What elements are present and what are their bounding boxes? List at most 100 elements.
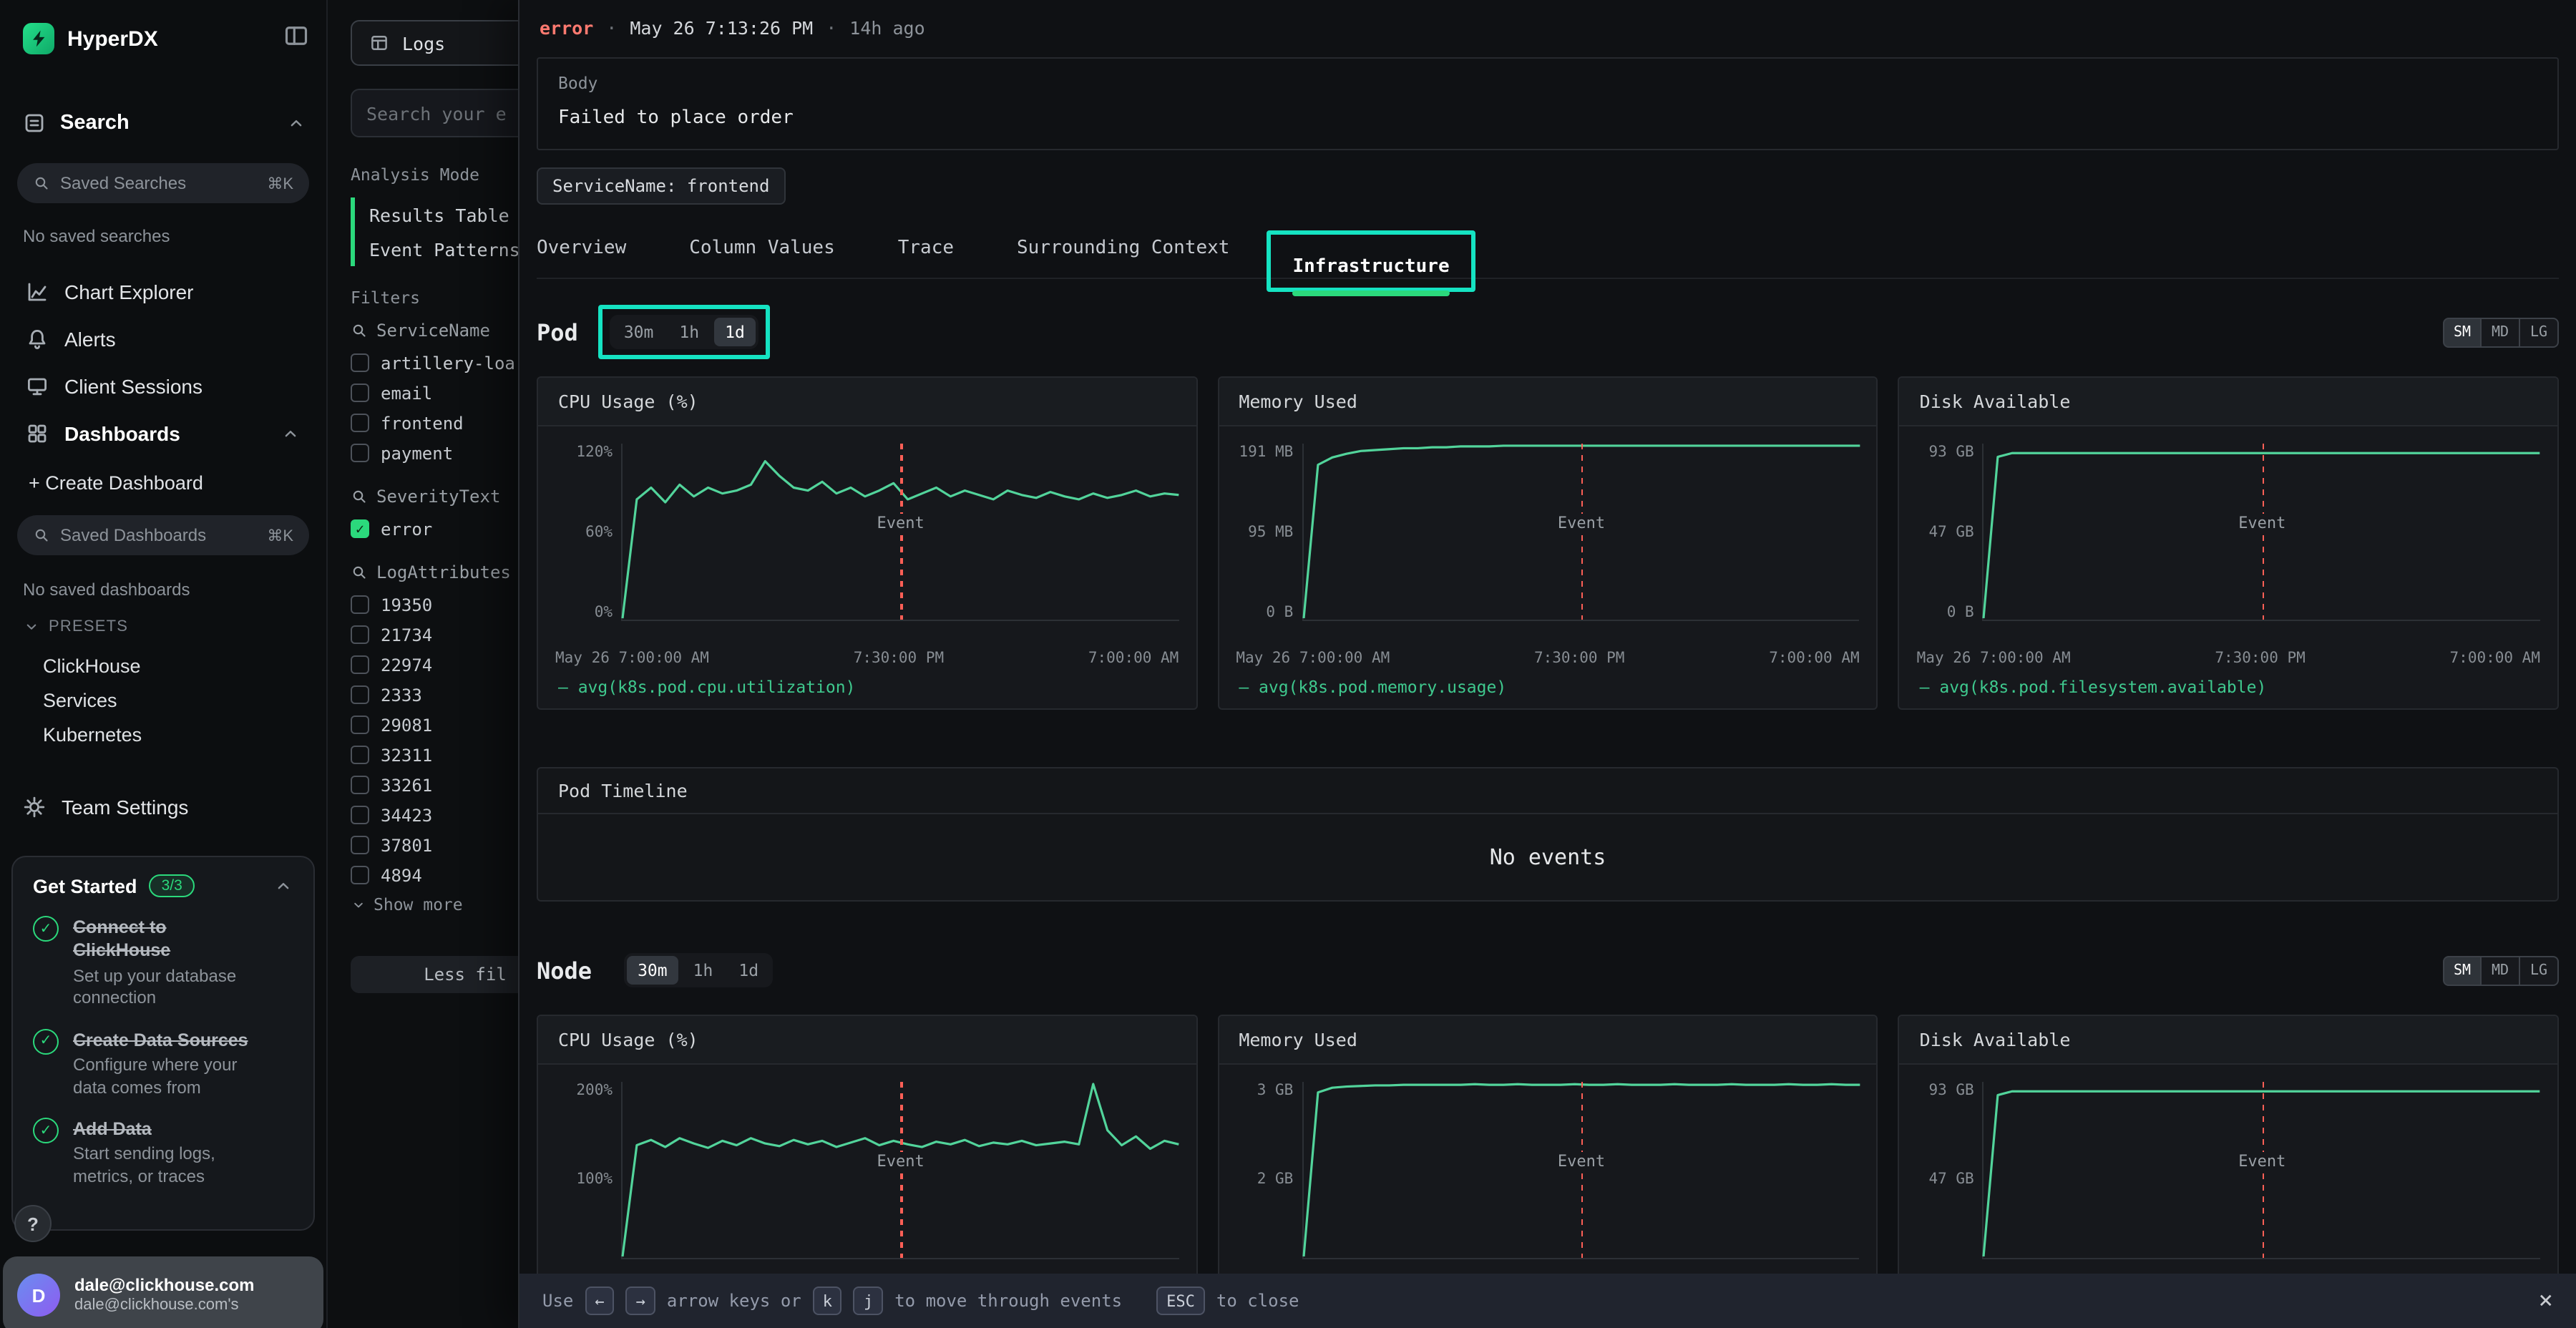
checkbox[interactable] [351, 444, 369, 462]
source-selector-button[interactable]: Logs [351, 20, 518, 66]
chevron-up-icon[interactable] [273, 876, 293, 896]
facet-value-label: 22974 [381, 655, 432, 675]
event-search-input[interactable] [366, 102, 518, 124]
tab-overview[interactable]: Overview [537, 238, 626, 278]
saved-searches-input[interactable] [60, 173, 257, 193]
presets-toggle[interactable]: PRESETS [23, 618, 326, 635]
node-disk-line-chart[interactable]: Event [1983, 1082, 2540, 1259]
sidebar-item-client-sessions[interactable]: Client Sessions [17, 366, 309, 406]
node-memory-line-chart[interactable]: Event [1302, 1082, 1859, 1259]
checkbox[interactable] [351, 655, 369, 674]
analysis-mode-event-patterns[interactable]: Event Patterns [355, 232, 518, 266]
get-started-progress-badge: 3/3 [149, 874, 195, 897]
sidebar-item-chart-explorer[interactable]: Chart Explorer [17, 272, 309, 312]
get-started-item[interactable]: ✓ Add Data Start sending logs, metrics, … [33, 1118, 293, 1188]
y-tick: 100% [576, 1171, 613, 1188]
checkbox[interactable] [351, 716, 369, 734]
checkbox[interactable] [351, 746, 369, 764]
pod-size-sm-button[interactable]: SM [2443, 317, 2482, 347]
pod-cpu-line-chart[interactable]: Event [621, 444, 1179, 621]
node-range-30m-button[interactable]: 30m [626, 956, 679, 985]
tab-infrastructure[interactable]: Infrastructure [1292, 256, 1449, 296]
show-more-link[interactable]: Show more [351, 890, 518, 919]
facet-value-label: payment [381, 443, 453, 463]
sidebar-item-alerts[interactable]: Alerts [17, 319, 309, 359]
node-range-1h-button[interactable]: 1h [682, 956, 725, 985]
saved-dashboards-search[interactable]: ⌘K [17, 515, 309, 555]
node-size-md-button[interactable]: MD [2482, 955, 2520, 985]
facet-value-row[interactable]: 32311 [351, 740, 518, 770]
facet-value-row[interactable]: 2333 [351, 680, 518, 710]
facet-value-row[interactable]: 22974 [351, 650, 518, 680]
checkbox[interactable] [351, 776, 369, 794]
pod-title: Pod [537, 318, 578, 346]
checkbox[interactable] [351, 414, 369, 432]
facet-value-row[interactable]: email [351, 378, 518, 408]
facet-value-row[interactable]: 29081 [351, 710, 518, 740]
facet-value-row[interactable]: 37801 [351, 830, 518, 860]
left-arrow-key-icon: ← [585, 1286, 614, 1315]
show-more-label: Show more [374, 894, 463, 914]
facet-logattributes: LogAttributes 19350 21734 22974 2333 290… [351, 562, 518, 919]
separator-dot: · [606, 17, 617, 39]
checkbox[interactable] [351, 836, 369, 854]
facet-value-row[interactable]: 4894 [351, 860, 518, 890]
saved-searches-search[interactable]: ⌘K [17, 163, 309, 203]
sidebar-item-services[interactable]: Services [43, 690, 326, 711]
node-range-1d-button[interactable]: 1d [727, 956, 770, 985]
get-started-item-title: Connect to ClickHouse [73, 916, 256, 962]
facet-value-row[interactable]: artillery-loa [351, 348, 518, 378]
body-text: Failed to place order [558, 107, 2537, 129]
x-tick: May 26 7:00:00 AM [555, 650, 709, 667]
sidebar-item-dashboards[interactable]: Dashboards [17, 414, 309, 454]
pod-memory-line-chart[interactable]: Event [1302, 444, 1859, 621]
facet-value-row[interactable]: frontend [351, 408, 518, 438]
tab-trace[interactable]: Trace [898, 238, 954, 278]
create-dashboard-button[interactable]: + Create Dashboard [29, 472, 326, 494]
help-button[interactable]: ? [14, 1205, 52, 1242]
checkbox[interactable] [351, 384, 369, 402]
sidebar: HyperDX Search ⌘K No saved searches Char… [0, 0, 326, 1328]
service-name-chip[interactable]: ServiceName: frontend [537, 167, 785, 205]
tab-column-values[interactable]: Column Values [689, 238, 835, 278]
checkbox[interactable] [351, 625, 369, 644]
shortcut-hint: ⌘K [267, 174, 293, 192]
sidebar-item-team-settings[interactable]: Team Settings [14, 787, 309, 827]
sidebar-collapse-button[interactable] [283, 23, 309, 49]
tab-surrounding-context[interactable]: Surrounding Context [1017, 238, 1229, 278]
checkbox[interactable] [351, 595, 369, 614]
checkbox-checked-icon[interactable] [351, 519, 369, 538]
pod-range-1d-button[interactable]: 1d [713, 318, 756, 346]
sidebar-item-clickhouse[interactable]: ClickHouse [43, 655, 326, 677]
facet-value-row[interactable]: 34423 [351, 800, 518, 830]
facet-value-row[interactable]: 33261 [351, 770, 518, 800]
node-size-sm-button[interactable]: SM [2443, 955, 2482, 985]
user-account-button[interactable]: D dale@clickhouse.com dale@clickhouse.co… [3, 1256, 323, 1328]
pod-size-lg-button[interactable]: LG [2520, 317, 2559, 347]
facet-value-row[interactable]: 21734 [351, 620, 518, 650]
less-filters-button[interactable]: Less fil [351, 956, 518, 993]
sidebar-item-kubernetes[interactable]: Kubernetes [43, 724, 326, 746]
pod-range-30m-button[interactable]: 30m [613, 318, 665, 346]
footer-text: to move through events [894, 1291, 1122, 1311]
saved-dashboards-input[interactable] [60, 525, 257, 545]
pod-size-md-button[interactable]: MD [2482, 317, 2520, 347]
facet-value-row[interactable]: error [351, 514, 518, 544]
pod-range-1h-button[interactable]: 1h [668, 318, 711, 346]
node-size-lg-button[interactable]: LG [2520, 955, 2559, 985]
analysis-mode-results-table[interactable]: Results Table [355, 197, 518, 232]
event-search-box[interactable] [351, 89, 518, 137]
checkbox[interactable] [351, 353, 369, 372]
sidebar-section-search[interactable]: Search [23, 112, 306, 135]
facet-value-row[interactable]: payment [351, 438, 518, 468]
checkbox[interactable] [351, 685, 369, 704]
node-cpu-line-chart[interactable]: Event [621, 1082, 1179, 1259]
chart-title: CPU Usage (%) [538, 1016, 1196, 1065]
get-started-item[interactable]: ✓ Create Data Sources Configure where yo… [33, 1028, 293, 1099]
checkbox[interactable] [351, 866, 369, 884]
facet-value-row[interactable]: 19350 [351, 590, 518, 620]
pod-disk-line-chart[interactable]: Event [1983, 444, 2540, 621]
close-panel-button[interactable]: × [2539, 1289, 2554, 1313]
checkbox[interactable] [351, 806, 369, 824]
get-started-item[interactable]: ✓ Connect to ClickHouse Set up your data… [33, 916, 293, 1010]
